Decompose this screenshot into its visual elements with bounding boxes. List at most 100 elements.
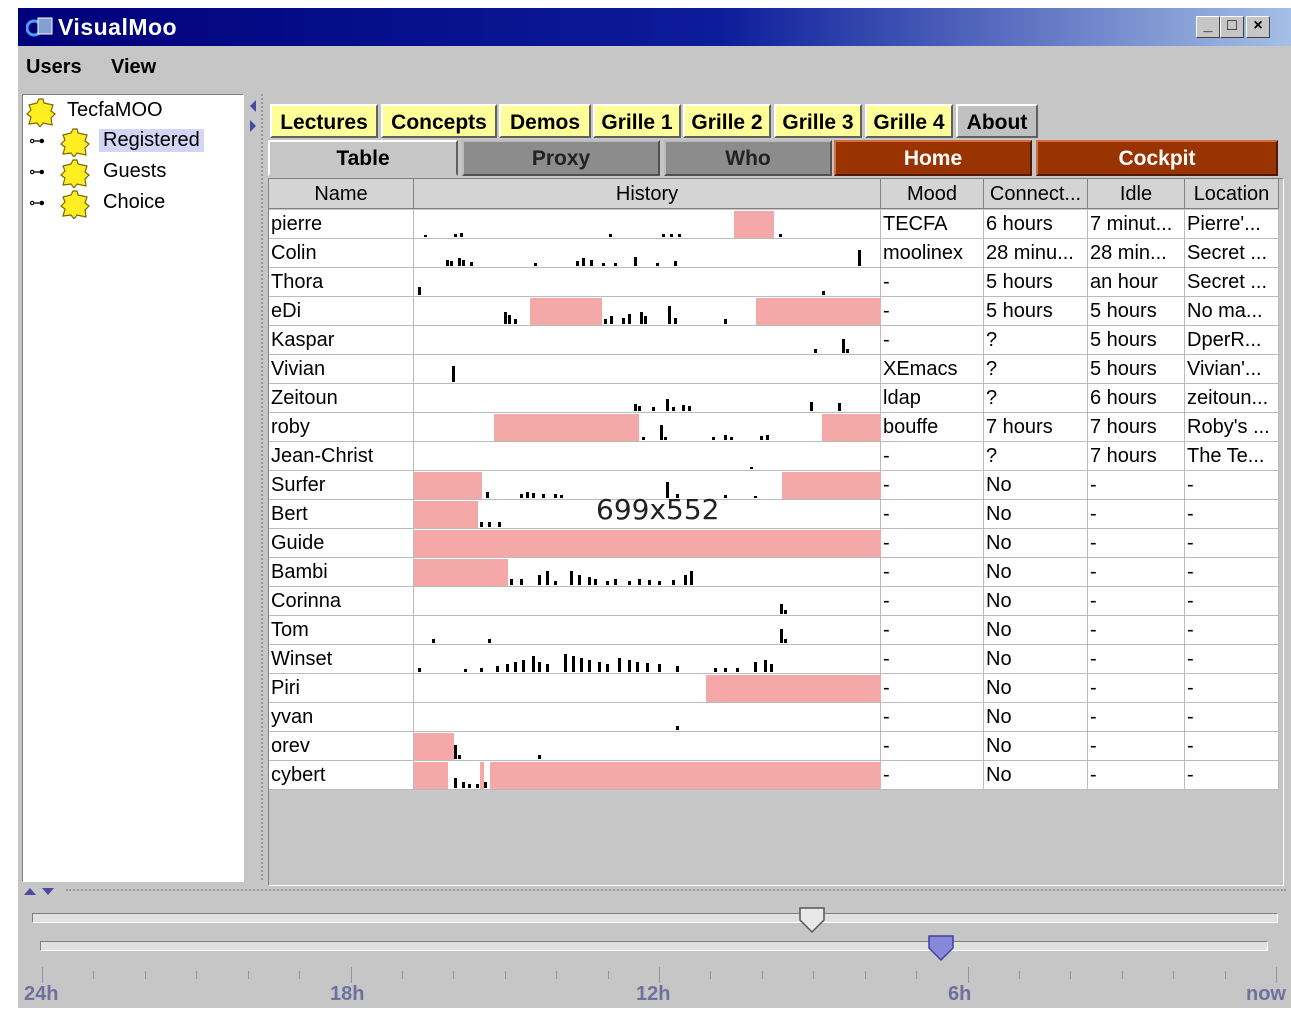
activity-bar [750, 467, 753, 469]
connection-span [530, 298, 602, 325]
timeline-tick [864, 971, 866, 979]
horizontal-divider[interactable] [66, 889, 1286, 894]
cell-name: yvan [269, 703, 414, 732]
expand-arrows-icon[interactable] [22, 885, 62, 897]
activity-bar [724, 319, 727, 324]
cell-connect: No [984, 645, 1088, 674]
menu-view[interactable]: View [111, 56, 156, 79]
timeline-tick [453, 971, 455, 979]
activity-bar [510, 579, 513, 585]
minimize-button[interactable]: _ [1196, 16, 1220, 38]
timeline-tick [42, 967, 43, 983]
activity-bar [780, 604, 783, 614]
connection-span [414, 530, 881, 557]
header-name[interactable]: Name [269, 179, 414, 209]
cell-mood: - [881, 297, 984, 326]
activity-bar [454, 234, 457, 237]
cell-idle: 7 minut... [1088, 210, 1185, 239]
activity-bar [614, 579, 617, 585]
tab-grille-4[interactable]: Grille 4 [865, 104, 953, 138]
activity-bar [526, 492, 529, 498]
range-slider-thumb[interactable] [798, 906, 826, 934]
cell-location: zeitoun... [1185, 384, 1279, 413]
cell-location: - [1185, 645, 1279, 674]
maximize-button[interactable]: □ [1220, 16, 1244, 38]
activity-bar [484, 782, 487, 788]
title-bar[interactable]: VisualMoo _ □ × [18, 8, 1291, 46]
activity-bar [656, 263, 659, 266]
tab-grille-1[interactable]: Grille 1 [593, 104, 681, 138]
header-connect[interactable]: Connect... [984, 179, 1088, 209]
time-slider-thumb[interactable] [927, 934, 955, 962]
tab-cockpit[interactable]: Cockpit [1036, 140, 1278, 176]
tab-lectures[interactable]: Lectures [270, 104, 378, 138]
timeline-tick [556, 971, 558, 979]
tab-grille-2[interactable]: Grille 2 [683, 104, 771, 138]
activity-bar [538, 755, 541, 759]
timeline-tick [1173, 971, 1175, 979]
expand-key-icon[interactable]: ⊶ [29, 162, 45, 182]
close-button[interactable]: × [1246, 16, 1270, 38]
header-history[interactable]: History [414, 179, 881, 209]
expand-key-icon[interactable]: ⊶ [29, 193, 45, 213]
cell-mood: - [881, 500, 984, 529]
activity-bar [606, 664, 609, 672]
tab-demos[interactable]: Demos [499, 104, 591, 138]
activity-bar [842, 339, 845, 353]
activity-bar [754, 662, 757, 672]
cell-mood: - [881, 326, 984, 355]
timeline-tick [967, 967, 969, 983]
cell-location: - [1185, 471, 1279, 500]
tab-concepts[interactable]: Concepts [381, 104, 497, 138]
cell-idle: 7 hours [1088, 442, 1185, 471]
expand-key-icon[interactable]: ⊶ [29, 131, 45, 151]
cell-idle: 28 min... [1088, 239, 1185, 268]
activity-bar [514, 319, 517, 324]
cell-location: - [1185, 500, 1279, 529]
activity-bar [580, 658, 583, 672]
activity-bar [476, 784, 479, 788]
tab-grille-3[interactable]: Grille 3 [774, 104, 862, 138]
tree-item-label: Guests [103, 160, 167, 182]
header-mood[interactable]: Mood [881, 179, 984, 209]
cell-mood: - [881, 732, 984, 761]
tab-proxy[interactable]: Proxy [462, 140, 660, 176]
split-pane-divider[interactable] [247, 94, 263, 880]
range-slider-track[interactable] [32, 913, 1278, 923]
cell-idle: - [1088, 703, 1185, 732]
cell-idle: - [1088, 645, 1185, 674]
timeline-tick [93, 971, 95, 979]
activity-bar [684, 575, 687, 585]
cell-name: Bambi [269, 558, 414, 587]
tab-about[interactable]: About [956, 104, 1038, 138]
activity-bar [636, 662, 639, 672]
activity-bar [642, 437, 645, 440]
cell-name: Tom [269, 616, 414, 645]
header-idle[interactable]: Idle [1088, 179, 1185, 209]
activity-bar [506, 664, 509, 672]
activity-bar [724, 668, 727, 672]
cell-name: Winset [269, 645, 414, 674]
cell-mood: - [881, 703, 984, 732]
timeline-label-24h: 24h [24, 983, 59, 1005]
collapse-arrows-icon[interactable] [247, 98, 259, 138]
activity-bar [452, 366, 455, 382]
cell-connect: 7 hours [984, 413, 1088, 442]
activity-bar [628, 314, 631, 324]
time-slider-track[interactable] [40, 941, 1268, 951]
menu-users[interactable]: Users [26, 56, 82, 79]
cell-location: - [1185, 616, 1279, 645]
activity-bar [454, 745, 457, 759]
timeline-tick [607, 971, 609, 979]
timeline-label-18h: 18h [330, 983, 365, 1005]
activity-bar [714, 668, 717, 672]
activity-bar [462, 782, 465, 788]
tab-table[interactable]: Table [268, 140, 458, 176]
tab-who[interactable]: Who [664, 140, 832, 176]
tree-item-label: Registered [99, 129, 204, 152]
activity-bar [672, 580, 675, 585]
header-location[interactable]: Location [1185, 179, 1279, 209]
tab-home[interactable]: Home [834, 140, 1032, 176]
cell-idle: - [1088, 732, 1185, 761]
cell-mood: - [881, 587, 984, 616]
